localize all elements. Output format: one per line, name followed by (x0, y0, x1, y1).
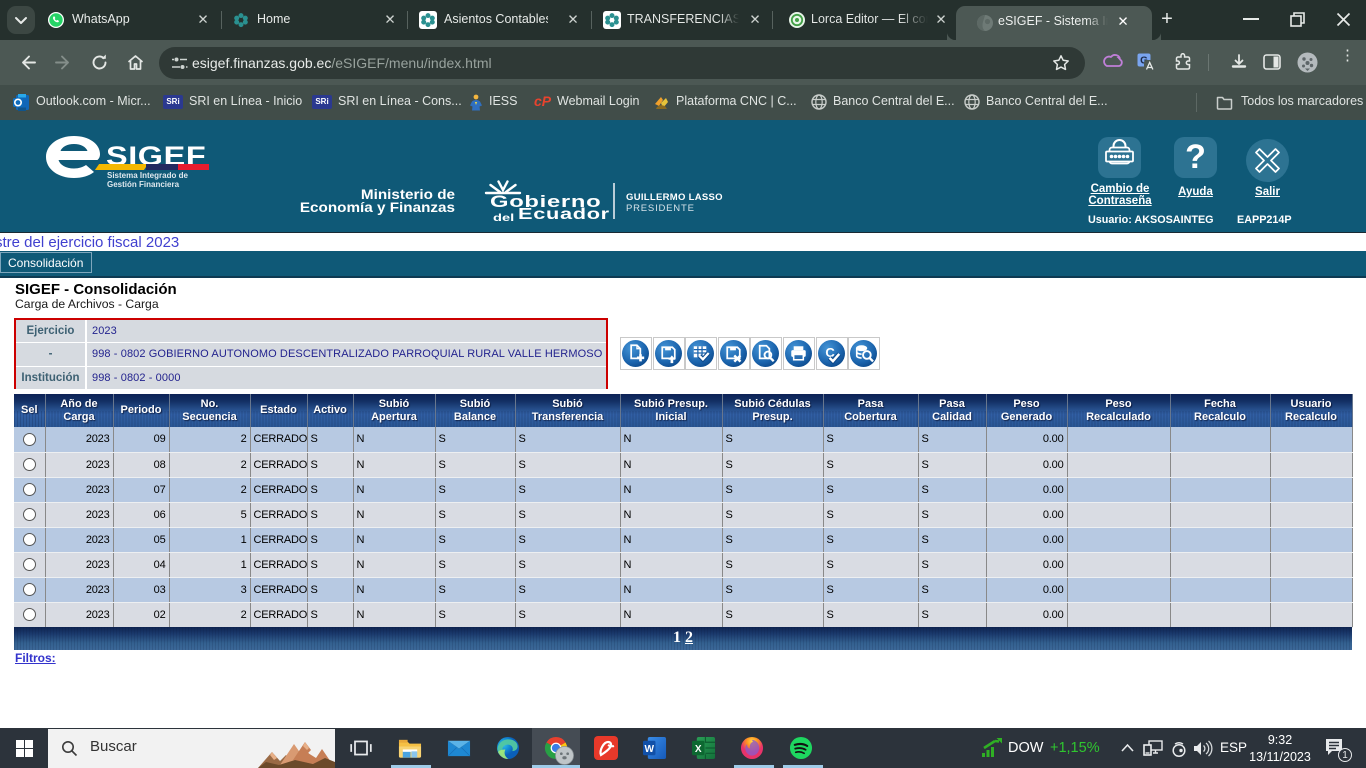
svg-text:X: X (695, 744, 702, 755)
svg-text:W: W (644, 744, 654, 755)
